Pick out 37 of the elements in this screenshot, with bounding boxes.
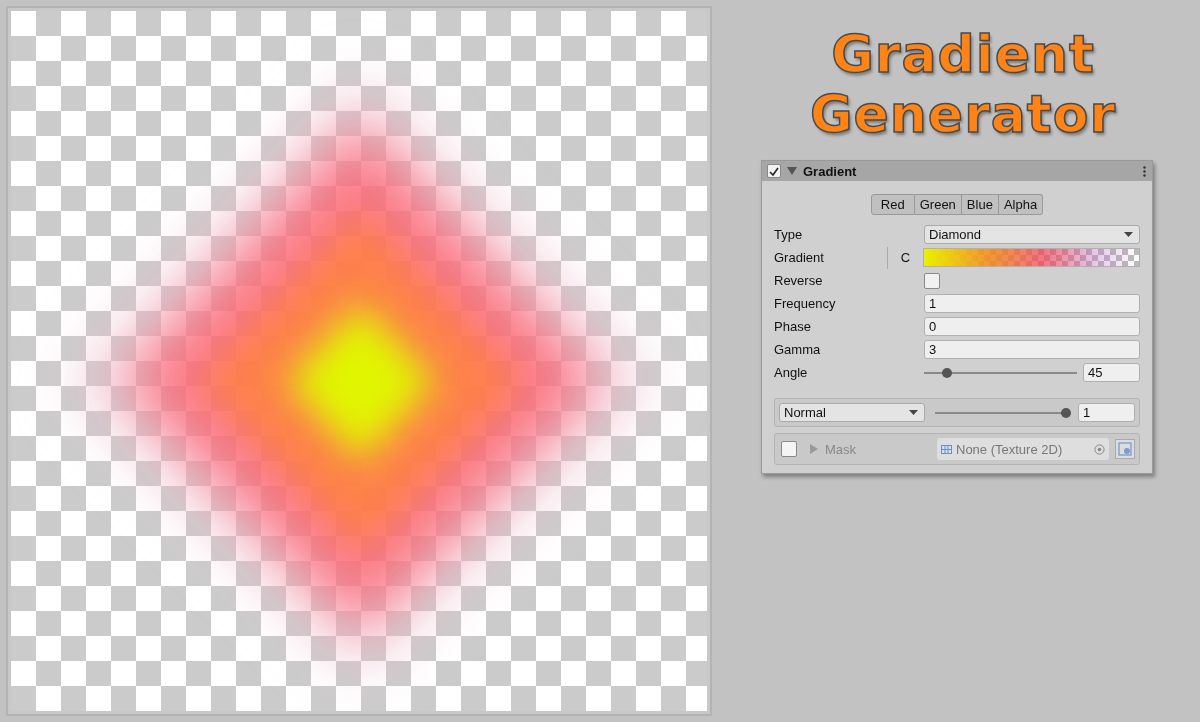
logo-title: Generator — [809, 84, 1117, 144]
property-label: Angle — [774, 365, 809, 380]
mask-checkbox[interactable] — [781, 441, 797, 457]
property-label: Gamma — [774, 342, 822, 357]
more-options-icon[interactable] — [1143, 165, 1146, 177]
slider-thumb[interactable] — [941, 368, 952, 378]
channel-tab[interactable]: Red — [870, 194, 915, 215]
caret-down-icon[interactable] — [787, 166, 797, 176]
enable-checkbox[interactable] — [767, 164, 781, 178]
number-field[interactable]: 1 — [924, 294, 1140, 313]
property-label: Type — [774, 227, 804, 242]
property-label: Reverse — [774, 273, 824, 288]
channel-tab[interactable]: Blue — [961, 194, 999, 215]
texture-icon — [941, 444, 952, 454]
type-dropdown[interactable]: Diamond — [924, 225, 1140, 244]
object-picker-icon[interactable] — [1094, 443, 1105, 455]
slider-thumb[interactable] — [1061, 408, 1071, 418]
property-label: Phase — [774, 319, 812, 334]
property-label: Gradient — [774, 250, 825, 265]
number-field[interactable]: 3 — [924, 340, 1140, 359]
gradient-bar[interactable] — [923, 248, 1140, 267]
texture-preview-icon[interactable] — [1115, 439, 1135, 459]
blend-mode-dropdown[interactable]: Normal — [779, 403, 925, 422]
caret-right-icon[interactable] — [809, 444, 819, 454]
dropdown-arrow-icon — [909, 410, 918, 415]
mask-label: Mask — [825, 441, 858, 457]
number-field[interactable]: 45 — [1083, 363, 1140, 382]
number-field[interactable]: 0 — [924, 317, 1140, 336]
dropdown-arrow-icon — [1124, 232, 1133, 237]
logo-title: Gradient — [831, 24, 1095, 84]
channel-tab[interactable]: Alpha — [998, 194, 1044, 215]
reverse-checkbox[interactable] — [924, 272, 940, 289]
number-field[interactable]: 1 — [1078, 403, 1135, 422]
checkmark-icon — [769, 166, 779, 176]
channel-tab[interactable]: Green — [914, 194, 962, 215]
property-label: Frequency — [774, 296, 837, 311]
component-name: Gradient — [803, 163, 858, 179]
